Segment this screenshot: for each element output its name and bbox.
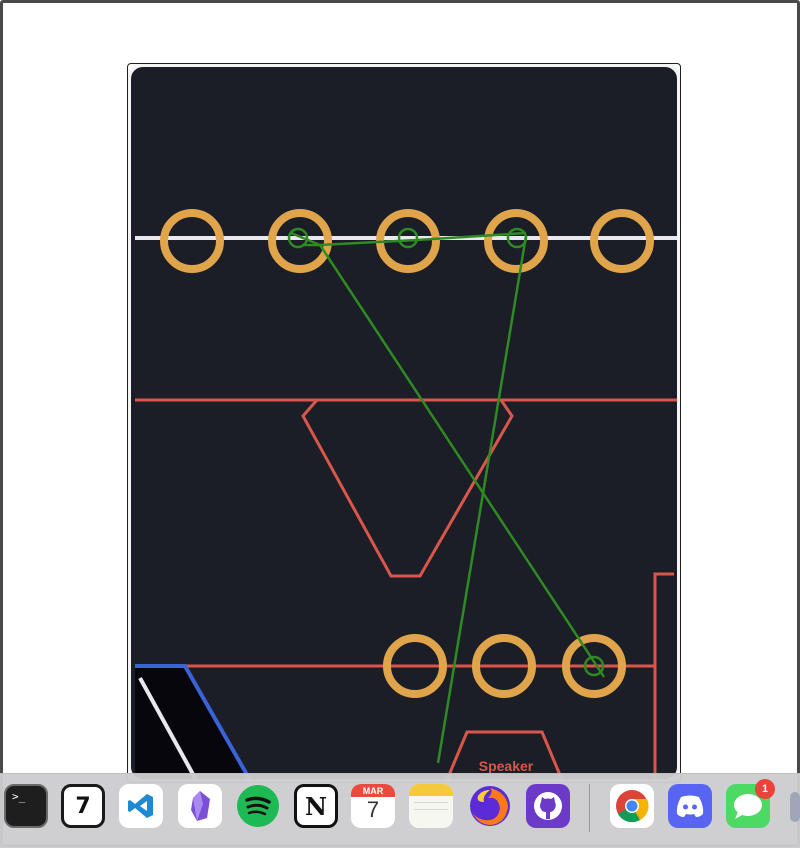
vscode-icon[interactable] bbox=[119, 784, 163, 828]
top-pad-1[interactable] bbox=[160, 209, 224, 273]
overflow-icon[interactable] bbox=[790, 792, 800, 822]
outline-bracket-right bbox=[653, 572, 674, 779]
notes-icon[interactable] bbox=[409, 784, 453, 828]
pcb-preview-panel: Speaker bbox=[127, 63, 681, 783]
firefox-glyph bbox=[470, 786, 510, 826]
discord-glyph bbox=[676, 795, 704, 817]
notion-letter: N bbox=[305, 791, 327, 821]
vscode-glyph bbox=[128, 794, 153, 818]
spotify-icon[interactable] bbox=[236, 784, 280, 828]
obsidian-glyph bbox=[191, 791, 210, 821]
top-pad-5[interactable] bbox=[590, 209, 654, 273]
spotify-glyph bbox=[237, 785, 279, 827]
calendar-month: MAR bbox=[362, 785, 384, 796]
messages-badge: 1 bbox=[755, 779, 775, 799]
chrome-icon[interactable] bbox=[610, 784, 654, 828]
notion-icon[interactable]: N bbox=[294, 784, 338, 828]
notes-lines bbox=[414, 802, 448, 810]
pcb-board: Speaker bbox=[135, 209, 677, 779]
calendar-icon[interactable]: MAR 7 bbox=[351, 784, 395, 828]
terminal-icon[interactable]: >_ bbox=[4, 784, 48, 828]
top-pad-4[interactable] bbox=[484, 209, 548, 273]
terminal-prompt: >_ bbox=[12, 790, 26, 803]
dock: >_ 7 N MAR 7 bbox=[0, 773, 800, 848]
calendar-7-number: 7 bbox=[75, 793, 91, 819]
firefox-icon[interactable] bbox=[468, 784, 512, 828]
obsidian-icon[interactable] bbox=[178, 784, 222, 828]
calendar-7-icon[interactable]: 7 bbox=[61, 784, 105, 828]
trace-diagonal bbox=[302, 243, 606, 678]
traces bbox=[287, 227, 606, 764]
top-pad-2[interactable] bbox=[268, 209, 332, 273]
calendar-day: 7 bbox=[366, 797, 380, 822]
github-icon[interactable] bbox=[526, 784, 570, 828]
chrome-glyph bbox=[616, 790, 649, 823]
dock-separator bbox=[589, 784, 590, 832]
speaker-label: Speaker bbox=[479, 758, 534, 774]
calendar-month-bar: MAR bbox=[351, 784, 395, 797]
github-glyph bbox=[534, 792, 562, 820]
discord-icon[interactable] bbox=[668, 784, 712, 828]
notes-header bbox=[409, 784, 453, 796]
